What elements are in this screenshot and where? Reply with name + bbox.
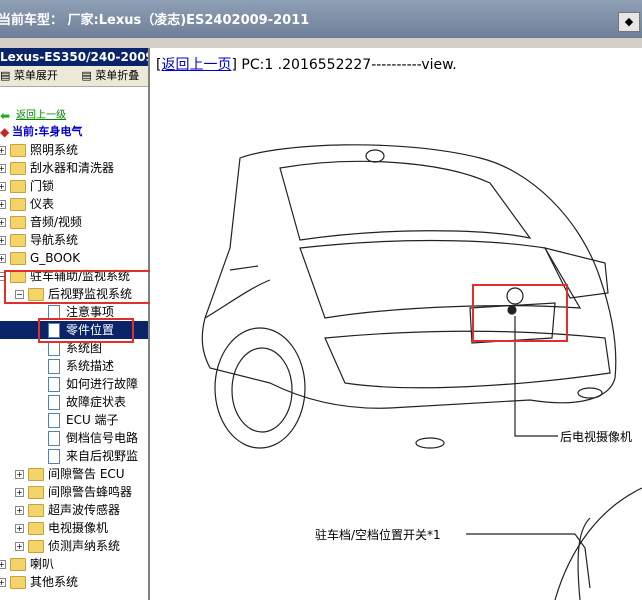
tree-item-meter[interactable]: +仪表 xyxy=(0,195,148,213)
tree-item-other-systems[interactable]: +其他系统 xyxy=(0,573,148,591)
document-icon xyxy=(48,431,60,446)
document-icon xyxy=(48,359,60,374)
tree-item-door-lock[interactable]: +门锁 xyxy=(0,177,148,195)
interior-outline-2 xyxy=(577,517,591,600)
toolbar-band xyxy=(0,38,642,48)
callout-park-switch-label: 驻车档/空档位置开关*1 xyxy=(315,528,441,542)
folder-icon xyxy=(28,522,44,535)
switch-indicator xyxy=(574,533,591,589)
document-icon xyxy=(48,341,60,356)
folder-icon xyxy=(28,486,44,499)
rear-window xyxy=(279,160,532,241)
exhaust-left xyxy=(415,437,445,449)
tree-item-system-description[interactable]: 系统描述 xyxy=(0,357,148,375)
folder-icon xyxy=(28,468,44,481)
door-handle xyxy=(229,265,259,271)
car-body-outline xyxy=(201,144,617,409)
folder-icon xyxy=(10,252,26,265)
car-rear-diagram xyxy=(201,144,642,600)
tree-item-navigation[interactable]: +导航系统 xyxy=(0,231,148,249)
document-icon xyxy=(48,449,60,464)
folder-icon xyxy=(10,198,26,211)
tree-item-lighting[interactable]: +照明系统 xyxy=(0,141,148,159)
menu-expand-button[interactable]: ▤ 菜单展开 xyxy=(0,69,68,82)
folder-icon xyxy=(10,216,26,229)
folder-icon xyxy=(10,234,26,247)
tree-item-ecu-terminals[interactable]: ECU 端子 xyxy=(0,411,148,429)
tree-item-audio-video[interactable]: +音频/视频 xyxy=(0,213,148,231)
interior-outline xyxy=(554,487,642,600)
tree-item-reverse-signal-circuit[interactable]: 倒档信号电路 xyxy=(0,429,148,447)
tree-item-clearance-warning-ecu[interactable]: + 间隙警告 ECU xyxy=(0,465,148,483)
antenna-fin xyxy=(365,149,385,163)
tree-item-symptom-table[interactable]: 故障症状表 xyxy=(0,393,148,411)
document-icon xyxy=(48,413,60,428)
door-line xyxy=(204,279,271,319)
folder-icon xyxy=(10,180,26,193)
folder-icon xyxy=(10,162,26,175)
sidebar-toolbar: ▤ 菜单展开 ▤ 菜单折叠 xyxy=(0,66,148,87)
tree-item-ultrasonic-sensor[interactable]: + 超声波传感器 xyxy=(0,501,148,519)
window-title: 当前车型： 厂家:Lexus（凌志)ES2402009-2011 xyxy=(0,13,310,28)
folder-icon xyxy=(28,504,44,517)
content-panel: [返回上一页] PC:1 .2016552227----------view. … xyxy=(150,48,642,600)
tree-item-sonar-system[interactable]: + 侦测声纳系统 xyxy=(0,537,148,555)
folder-icon xyxy=(28,540,44,553)
exhaust-right xyxy=(577,387,603,399)
folder-icon xyxy=(10,576,26,589)
tree-item-tv-camera[interactable]: + 电视摄像机 xyxy=(0,519,148,537)
folder-icon xyxy=(10,144,26,157)
tree-item-how-to-troubleshoot[interactable]: 如何进行故障 xyxy=(0,375,148,393)
tree-item-from-rear-view[interactable]: 来自后视野监 xyxy=(0,447,148,465)
tree-item-clearance-warning-buzzer[interactable]: + 间隙警告蜂鸣器 xyxy=(0,483,148,501)
menu-collapse-button[interactable]: ▤ 菜单折叠 xyxy=(81,69,148,82)
highlight-box-parking-assist xyxy=(4,270,152,304)
current-icon: ◆ xyxy=(0,125,10,139)
rear-wheel-inner xyxy=(231,347,293,433)
sidebar-model-header: Lexus-ES350/240-2009-20 xyxy=(0,48,148,66)
title-bar: 当前车型： 厂家:Lexus（凌志)ES2402009-2011 ◆ xyxy=(0,0,642,38)
tree-item-horn[interactable]: +喇叭 xyxy=(0,555,148,573)
tree-item-wiper[interactable]: +刮水器和清洗器 xyxy=(0,159,148,177)
folder-icon xyxy=(10,558,26,571)
document-icon xyxy=(48,377,60,392)
document-icon xyxy=(48,395,60,410)
tree-item-g-book[interactable]: +G_BOOK xyxy=(0,249,148,267)
window-control-button[interactable]: ◆ xyxy=(618,12,640,32)
callout-rear-camera-label: 后电视摄像机 xyxy=(560,430,633,444)
highlight-box-camera xyxy=(472,284,568,342)
highlight-box-parts-location xyxy=(38,318,134,343)
